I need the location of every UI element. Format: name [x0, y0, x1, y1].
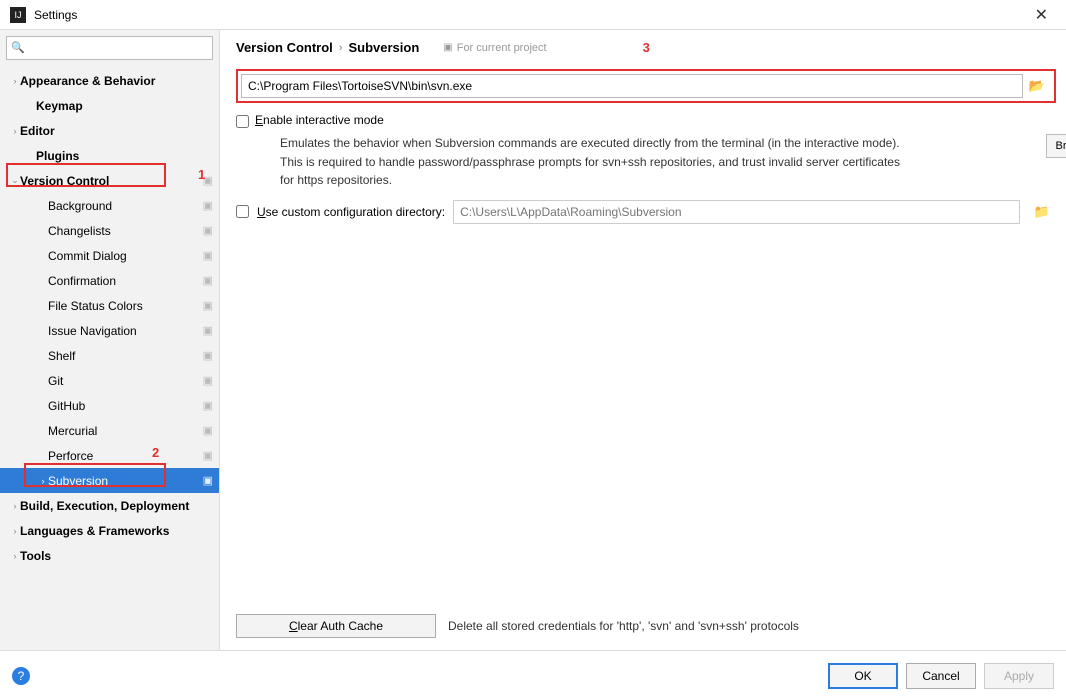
- svn-path-row: 📂: [236, 69, 1056, 103]
- app-icon: IJ: [10, 7, 26, 23]
- tree-item-label: Mercurial: [48, 424, 199, 438]
- sidebar-item-confirmation[interactable]: Confirmation ▣: [0, 268, 219, 293]
- annotation-2: 2: [152, 445, 159, 460]
- tree-item-label: Build, Execution, Deployment: [20, 499, 213, 513]
- interactive-description: Emulates the behavior when Subversion co…: [280, 134, 900, 190]
- project-scope-icon: ▣: [203, 399, 213, 412]
- tree-item-label: Plugins: [36, 149, 213, 163]
- browse-button[interactable]: Br: [1046, 134, 1066, 158]
- sidebar-item-file-status-colors[interactable]: File Status Colors ▣: [0, 293, 219, 318]
- help-icon[interactable]: ?: [12, 667, 30, 685]
- project-scope-icon: ▣: [203, 424, 213, 437]
- tree-item-label: Perforce: [48, 449, 199, 463]
- sidebar-item-commit-dialog[interactable]: Commit Dialog ▣: [0, 243, 219, 268]
- tree-item-label: Tools: [20, 549, 213, 563]
- clear-auth-button[interactable]: Clear Auth Cache: [236, 614, 436, 638]
- tree-item-label: Editor: [20, 124, 213, 138]
- sidebar-item-plugins[interactable]: Plugins: [0, 143, 219, 168]
- chevron-icon: ›: [38, 476, 48, 486]
- search-input[interactable]: [6, 36, 213, 60]
- main-panel: Version Control › Subversion ▣ For curre…: [220, 30, 1066, 650]
- sidebar-item-subversion[interactable]: ›Subversion ▣: [0, 468, 219, 493]
- tree-item-label: Commit Dialog: [48, 249, 199, 263]
- tree-item-label: Background: [48, 199, 199, 213]
- project-scope-icon: ▣: [203, 349, 213, 362]
- svn-path-input[interactable]: [241, 74, 1023, 98]
- sidebar-item-keymap[interactable]: Keymap: [0, 93, 219, 118]
- chevron-icon: ›: [10, 126, 20, 136]
- search-icon: 🔍: [11, 41, 25, 54]
- sidebar-item-issue-navigation[interactable]: Issue Navigation ▣: [0, 318, 219, 343]
- sidebar-item-git[interactable]: Git ▣: [0, 368, 219, 393]
- tree-item-label: Confirmation: [48, 274, 199, 288]
- tree-item-label: Git: [48, 374, 199, 388]
- clear-auth-description: Delete all stored credentials for 'http'…: [448, 619, 799, 633]
- titlebar: IJ Settings ✕: [0, 0, 1066, 30]
- project-scope-icon: ▣: [203, 324, 213, 337]
- breadcrumb-current: Subversion: [348, 40, 419, 55]
- sidebar-item-editor[interactable]: ›Editor: [0, 118, 219, 143]
- apply-button[interactable]: Apply: [984, 663, 1054, 689]
- sidebar-item-languages-frameworks[interactable]: ›Languages & Frameworks: [0, 518, 219, 543]
- custom-config-label[interactable]: Use custom configuration directory:: [257, 205, 445, 219]
- sidebar: 🔍 ›Appearance & BehaviorKeymap›EditorPlu…: [0, 30, 220, 650]
- tree-item-label: Shelf: [48, 349, 199, 363]
- sidebar-item-tools[interactable]: ›Tools: [0, 543, 219, 568]
- chevron-icon: ›: [10, 551, 20, 561]
- footer: ? OK Cancel Apply: [0, 650, 1066, 700]
- project-scope-icon: ▣: [203, 474, 213, 487]
- project-scope-icon: ▣: [203, 449, 213, 462]
- annotation-3: 3: [643, 40, 650, 55]
- tree-item-label: Changelists: [48, 224, 199, 238]
- tree-item-label: Keymap: [36, 99, 213, 113]
- sidebar-item-version-control[interactable]: ⌄Version Control▣: [0, 168, 219, 193]
- tree-item-label: GitHub: [48, 399, 199, 413]
- tree-item-label: Subversion: [48, 474, 199, 488]
- breadcrumb-parent[interactable]: Version Control: [236, 40, 333, 55]
- project-scope-icon: ▣: [203, 374, 213, 387]
- settings-tree: ›Appearance & BehaviorKeymap›EditorPlugi…: [0, 66, 219, 650]
- chevron-icon: ⌄: [10, 175, 20, 186]
- folder-open-icon[interactable]: 📂: [1023, 78, 1051, 94]
- ok-button[interactable]: OK: [828, 663, 898, 689]
- chevron-icon: ›: [10, 76, 20, 86]
- project-scope-icon: ▣: [203, 299, 213, 312]
- sidebar-item-appearance-behavior[interactable]: ›Appearance & Behavior: [0, 68, 219, 93]
- custom-config-checkbox[interactable]: [236, 205, 249, 218]
- tree-item-label: Appearance & Behavior: [20, 74, 213, 88]
- tree-item-label: Version Control: [20, 174, 199, 188]
- close-icon[interactable]: ✕: [1027, 3, 1056, 27]
- chevron-right-icon: ›: [339, 42, 343, 54]
- tree-item-label: File Status Colors: [48, 299, 199, 313]
- tree-item-label: Issue Navigation: [48, 324, 199, 338]
- chevron-icon: ›: [10, 501, 20, 511]
- tree-item-label: Languages & Frameworks: [20, 524, 213, 538]
- sidebar-item-perforce[interactable]: Perforce ▣: [0, 443, 219, 468]
- project-icon: ▣: [443, 42, 452, 53]
- chevron-icon: ›: [10, 526, 20, 536]
- sidebar-item-mercurial[interactable]: Mercurial ▣: [0, 418, 219, 443]
- enable-interactive-label[interactable]: Enable interactive mode: [255, 113, 384, 127]
- sidebar-item-github[interactable]: GitHub ▣: [0, 393, 219, 418]
- enable-interactive-checkbox[interactable]: [236, 115, 249, 128]
- project-scope-icon: ▣: [203, 199, 213, 212]
- window-title: Settings: [34, 8, 1027, 22]
- custom-config-input: [453, 200, 1020, 224]
- sidebar-item-background[interactable]: Background ▣: [0, 193, 219, 218]
- scope-label: ▣ For current project: [443, 42, 546, 54]
- sidebar-item-build-execution-deployment[interactable]: ›Build, Execution, Deployment: [0, 493, 219, 518]
- breadcrumb: Version Control › Subversion ▣ For curre…: [236, 40, 1066, 55]
- sidebar-item-changelists[interactable]: Changelists ▣: [0, 218, 219, 243]
- project-scope-icon: ▣: [203, 224, 213, 237]
- folder-icon: 📁: [1028, 204, 1056, 220]
- project-scope-icon: ▣: [203, 274, 213, 287]
- project-scope-icon: ▣: [203, 249, 213, 262]
- annotation-1: 1: [198, 167, 205, 182]
- sidebar-item-shelf[interactable]: Shelf ▣: [0, 343, 219, 368]
- cancel-button[interactable]: Cancel: [906, 663, 976, 689]
